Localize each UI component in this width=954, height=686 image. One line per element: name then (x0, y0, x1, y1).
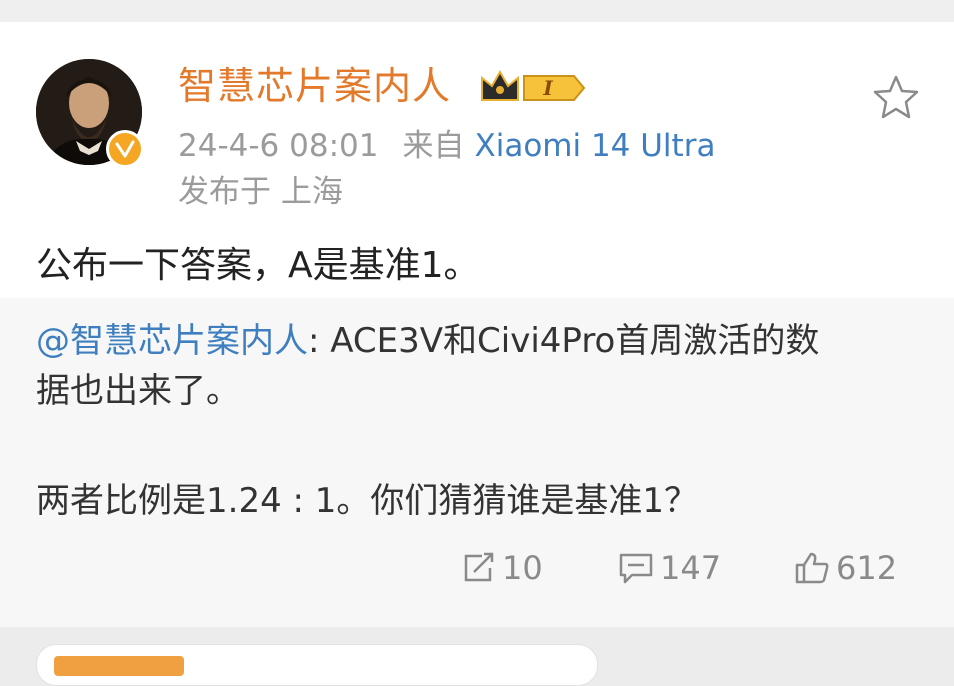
device-link[interactable]: Xiaomi 14 Ultra (474, 128, 715, 164)
repost-line-1: @智慧芯片案内人: ACE3V和Civi4Pro首周激活的数 (36, 321, 820, 361)
star-icon[interactable] (870, 72, 922, 124)
top-bar (0, 0, 954, 22)
mention-link[interactable]: @智慧芯片案内人 (36, 321, 308, 361)
post-meta: 24-4-6 08:01 来自 Xiaomi 14 Ultra (178, 126, 715, 166)
comment-button[interactable]: 147 (618, 546, 721, 590)
source-prefix: 来自 (402, 128, 465, 164)
crown-level-icon[interactable]: I (478, 68, 588, 108)
location: 发布于 上海 (178, 174, 343, 210)
next-post-badge (54, 656, 184, 676)
thumbs-up-icon (795, 552, 829, 584)
repost-line-3: 两者比例是1.24 : 1。你们猜猜谁是基准1？ (36, 481, 699, 521)
level-badge-text: I (542, 76, 553, 100)
comment-count: 147 (660, 549, 722, 587)
like-button[interactable]: 612 (794, 546, 897, 590)
timestamp: 24-4-6 08:01 (178, 128, 379, 164)
verified-badge-icon (106, 130, 144, 168)
repost-icon (464, 552, 494, 582)
repost-count: 10 (502, 549, 543, 587)
post-text: 公布一下答案，A是基准1。 (36, 245, 480, 286)
comment-icon (619, 553, 653, 584)
repost-button[interactable]: 10 (462, 546, 543, 590)
repost-line-2: 据也出来了。 (36, 371, 240, 411)
post-card: 智慧芯片案内人 I 24-4-6 08:01 来自 Xiaomi 14 Ultra … (0, 22, 954, 627)
author-name[interactable]: 智慧芯片案内人 (178, 62, 451, 110)
like-count: 612 (836, 549, 898, 587)
